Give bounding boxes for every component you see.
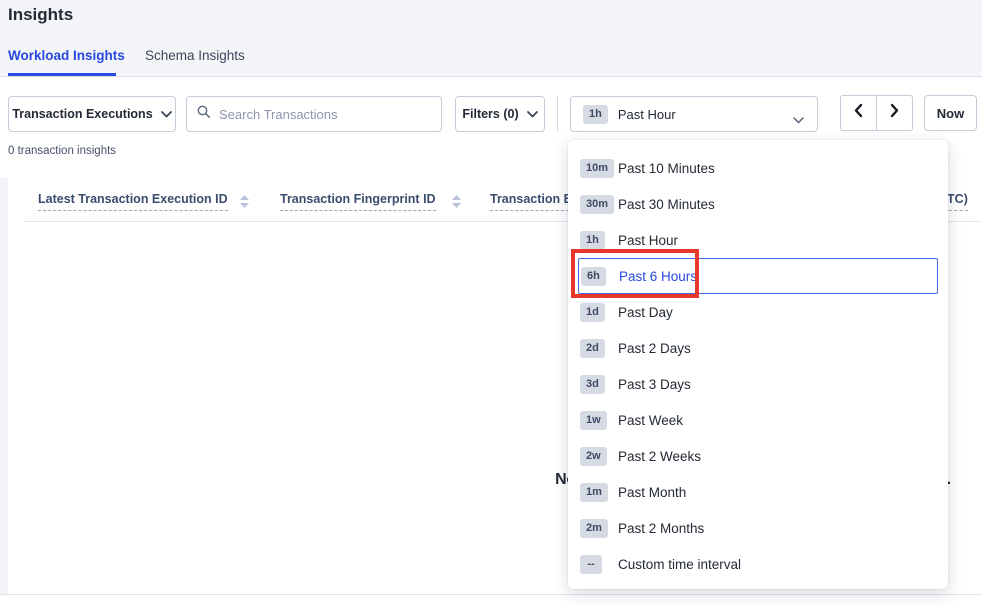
time-option-badge: 2w bbox=[580, 447, 607, 466]
time-option-label: Past 10 Minutes bbox=[618, 161, 715, 176]
search-icon bbox=[197, 105, 211, 124]
time-option-past-month[interactable]: 1m Past Month bbox=[568, 474, 948, 510]
time-option-badge: 30m bbox=[580, 195, 614, 214]
previous-interval-button[interactable] bbox=[840, 95, 877, 131]
time-option-past-30-minutes[interactable]: 30m Past 30 Minutes bbox=[568, 186, 948, 222]
time-option-label: Past 2 Months bbox=[618, 521, 704, 536]
tab-schema-insights[interactable]: Schema Insights bbox=[145, 48, 245, 63]
sort-icon[interactable] bbox=[240, 195, 249, 213]
page-title: Insights bbox=[8, 5, 73, 25]
time-option-badge: 1w bbox=[580, 411, 607, 430]
insights-count: 0 transaction insights bbox=[8, 145, 116, 157]
type-selector-button[interactable]: Transaction Executions bbox=[8, 96, 176, 132]
page-header: Insights Workload Insights Schema Insigh… bbox=[0, 0, 982, 77]
time-option-past-2-weeks[interactable]: 2w Past 2 Weeks bbox=[568, 438, 948, 474]
time-range-trigger[interactable]: 1h Past Hour bbox=[570, 96, 818, 132]
next-interval-button[interactable] bbox=[876, 95, 913, 131]
toolbar-divider bbox=[557, 96, 558, 132]
search-box[interactable] bbox=[186, 96, 442, 132]
filters-button[interactable]: Filters (0) bbox=[455, 96, 545, 132]
now-button[interactable]: Now bbox=[924, 95, 977, 131]
left-gutter bbox=[0, 178, 8, 594]
time-option-label: Past 2 Days bbox=[618, 341, 691, 356]
time-option-label: Past 30 Minutes bbox=[618, 197, 715, 212]
filters-label: Filters (0) bbox=[462, 107, 518, 121]
chevron-down-icon bbox=[527, 111, 538, 118]
time-option-label: Past 3 Days bbox=[618, 377, 691, 392]
type-selector-label: Transaction Executions bbox=[12, 107, 152, 121]
chevron-down-icon bbox=[793, 111, 804, 129]
time-option-past-hour[interactable]: 1h Past Hour bbox=[568, 222, 948, 258]
time-range-dropdown: 10m Past 10 Minutes 30m Past 30 Minutes … bbox=[568, 140, 948, 589]
chevron-left-icon bbox=[853, 103, 864, 123]
column-header-transaction-execution[interactable]: Transaction Ex bbox=[490, 192, 579, 211]
time-option-badge: 6h bbox=[581, 267, 606, 286]
time-option-label: Past Week bbox=[618, 413, 683, 428]
time-option-badge: 3d bbox=[580, 375, 605, 394]
time-option-label: Past 2 Weeks bbox=[618, 449, 701, 464]
column-header-latest-transaction-execution-id[interactable]: Latest Transaction Execution ID bbox=[38, 192, 228, 211]
time-range-badge: 1h bbox=[583, 105, 608, 124]
time-option-badge: 1d bbox=[580, 303, 605, 322]
time-option-badge: 10m bbox=[580, 159, 614, 178]
time-option-badge: 1h bbox=[580, 231, 605, 250]
time-option-custom-time-interval[interactable]: -- Custom time interval bbox=[568, 546, 948, 582]
search-input[interactable] bbox=[219, 107, 431, 122]
active-tab-underline bbox=[8, 73, 116, 76]
time-option-past-3-days[interactable]: 3d Past 3 Days bbox=[568, 366, 948, 402]
time-option-past-6-hours[interactable]: 6h Past 6 Hours bbox=[578, 258, 938, 294]
time-option-past-day[interactable]: 1d Past Day bbox=[568, 294, 948, 330]
chevron-down-icon bbox=[161, 111, 172, 118]
time-option-label: Custom time interval bbox=[618, 557, 741, 572]
time-option-label: Past Month bbox=[618, 485, 686, 500]
time-option-past-10-minutes[interactable]: 10m Past 10 Minutes bbox=[568, 150, 948, 186]
time-option-past-2-months[interactable]: 2m Past 2 Months bbox=[568, 510, 948, 546]
time-option-past-week[interactable]: 1w Past Week bbox=[568, 402, 948, 438]
time-option-label: Past 6 Hours bbox=[619, 269, 697, 284]
time-option-label: Past Day bbox=[618, 305, 673, 320]
time-option-badge: 1m bbox=[580, 483, 608, 502]
time-option-label: Past Hour bbox=[618, 233, 678, 248]
time-option-badge: 2m bbox=[580, 519, 608, 538]
column-header-transaction-fingerprint-id[interactable]: Transaction Fingerprint ID bbox=[280, 192, 436, 211]
tab-workload-insights[interactable]: Workload Insights bbox=[8, 48, 125, 63]
sort-icon[interactable] bbox=[452, 195, 461, 213]
time-option-past-2-days[interactable]: 2d Past 2 Days bbox=[568, 330, 948, 366]
time-option-badge: 2d bbox=[580, 339, 605, 358]
table-bottom-border bbox=[0, 594, 982, 595]
time-range-label: Past Hour bbox=[618, 107, 676, 122]
time-option-badge: -- bbox=[580, 555, 602, 574]
time-nav-group bbox=[840, 95, 913, 131]
chevron-right-icon bbox=[889, 103, 900, 123]
